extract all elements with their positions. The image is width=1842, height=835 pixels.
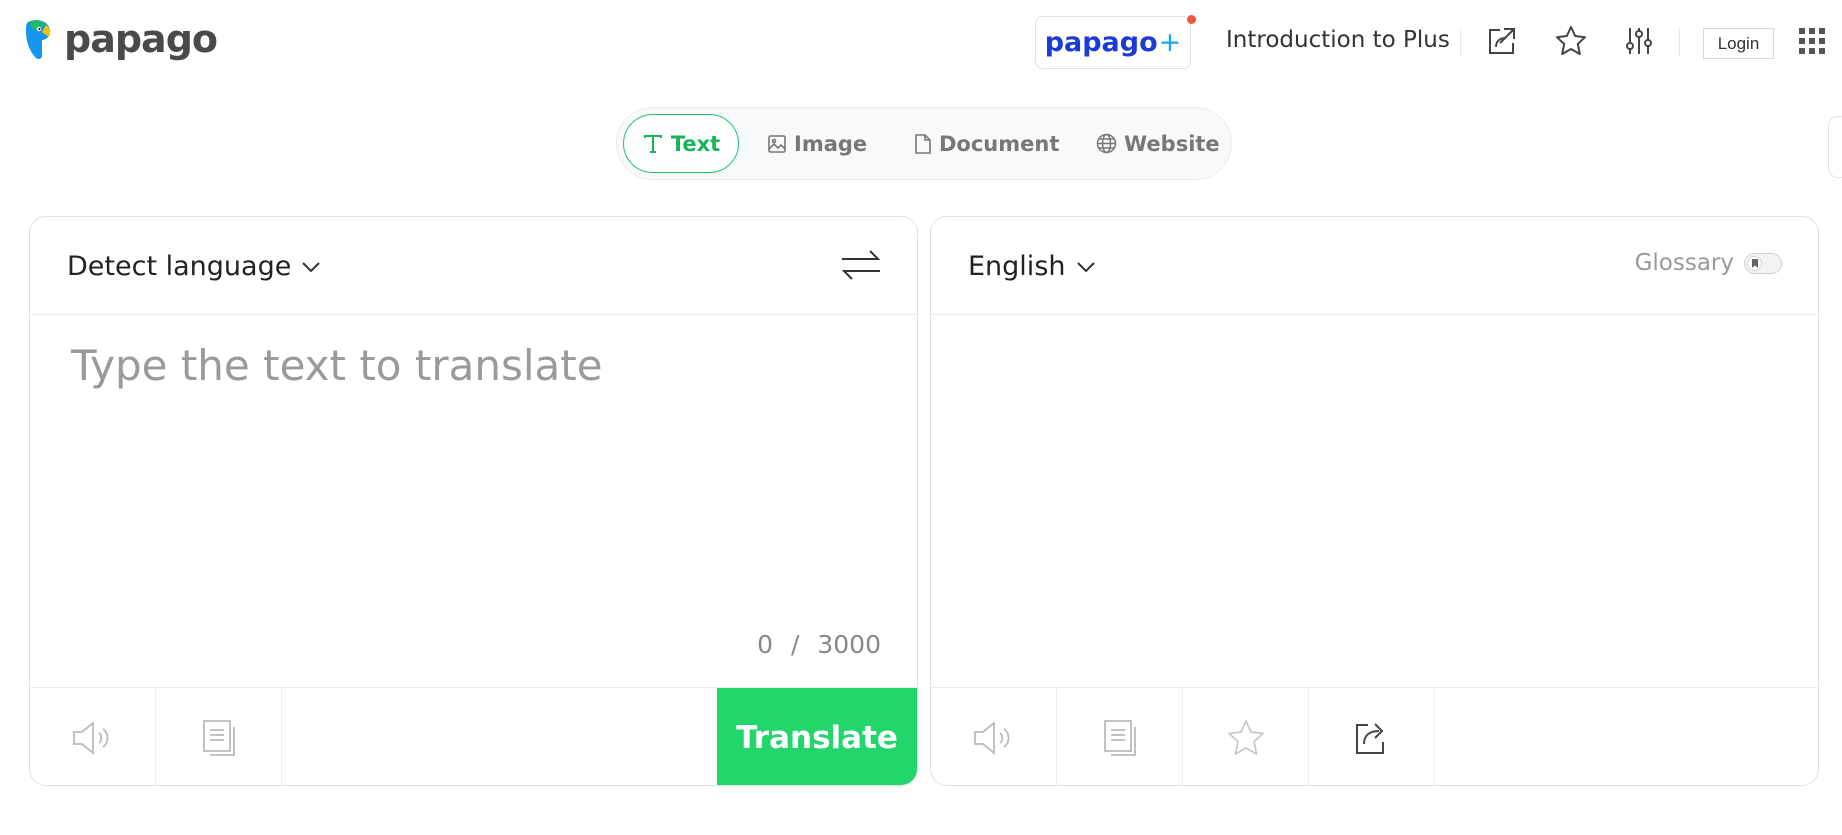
source-text-input[interactable]: [30, 315, 917, 575]
glossary-toggle-knob: [1747, 255, 1762, 271]
papago-logo[interactable]: papago: [22, 16, 218, 62]
glossary-toggle[interactable]: [1744, 252, 1782, 274]
target-listen-button[interactable]: [931, 688, 1057, 785]
source-panel-header: Detect language: [30, 217, 917, 315]
mode-tabs: Text Image Document Website: [616, 107, 1232, 180]
external-link-icon[interactable]: [1483, 22, 1521, 60]
char-count: 0: [757, 630, 774, 659]
bookmark-icon: [1751, 258, 1758, 268]
globe-icon: [1096, 133, 1117, 154]
source-panel-footer: Translate: [30, 687, 917, 785]
intro-to-plus-link[interactable]: Introduction to Plus: [1226, 27, 1450, 53]
image-icon: [768, 134, 786, 153]
chevron-down-icon: [302, 261, 321, 272]
target-language-label: English: [968, 251, 1066, 282]
star-icon: [1227, 720, 1264, 755]
login-button[interactable]: Login: [1703, 28, 1774, 59]
copy-icon: [202, 720, 235, 756]
parrot-logo-icon: [26, 20, 51, 60]
tab-website-label: Website: [1124, 131, 1220, 156]
source-language-select[interactable]: Detect language: [67, 251, 321, 282]
char-limit: 3000: [817, 630, 881, 659]
tab-image-label: Image: [794, 131, 868, 156]
copy-icon: [1103, 720, 1136, 756]
header-divider: [1460, 28, 1461, 56]
apps-grid-icon[interactable]: [1793, 22, 1831, 60]
papago-plus-label: papago: [1044, 27, 1158, 58]
source-copy-button[interactable]: [156, 688, 282, 785]
glossary-control: Glossary: [1635, 250, 1782, 276]
papago-plus-button[interactable]: papago +: [1035, 16, 1191, 69]
target-panel: English Glossary: [930, 216, 1819, 786]
share-icon: [1355, 723, 1384, 754]
target-favorite-button[interactable]: [1183, 688, 1309, 785]
target-language-select[interactable]: English: [968, 251, 1096, 282]
speaker-icon: [973, 721, 1009, 755]
glossary-label: Glossary: [1634, 250, 1734, 276]
character-counter: 0 / 3000: [757, 630, 881, 659]
footer-divider: [282, 688, 283, 785]
chevron-down-icon: [1076, 261, 1095, 272]
source-listen-button[interactable]: [30, 688, 156, 785]
document-icon: [915, 133, 931, 154]
tab-text-label: Text: [670, 131, 721, 156]
source-language-label: Detect language: [67, 251, 292, 282]
notification-dot: [1187, 15, 1196, 24]
tab-text[interactable]: Text: [623, 114, 739, 173]
swap-languages-button[interactable]: [839, 245, 883, 285]
tab-website[interactable]: Website: [1096, 114, 1220, 173]
settings-sliders-icon[interactable]: [1620, 22, 1658, 60]
logo-text: papago: [64, 17, 218, 61]
target-share-button[interactable]: [1309, 688, 1435, 785]
tab-document-label: Document: [939, 131, 1060, 156]
target-panel-footer: [931, 687, 1818, 785]
tab-document[interactable]: Document: [914, 114, 1059, 173]
plus-symbol: +: [1158, 27, 1182, 58]
tab-image[interactable]: Image: [767, 114, 867, 173]
translate-button[interactable]: Translate: [717, 688, 917, 785]
swap-arrows-icon: [841, 250, 881, 280]
char-separator: /: [790, 630, 800, 659]
target-copy-button[interactable]: [1057, 688, 1183, 785]
source-panel: Detect language 0 / 3000: [29, 216, 918, 786]
target-panel-header: English Glossary: [931, 217, 1818, 315]
text-icon: [643, 134, 662, 153]
speaker-icon: [72, 721, 108, 755]
star-icon[interactable]: [1552, 22, 1590, 60]
side-panel-toggle[interactable]: [1828, 116, 1842, 178]
header-divider: [1679, 28, 1680, 56]
